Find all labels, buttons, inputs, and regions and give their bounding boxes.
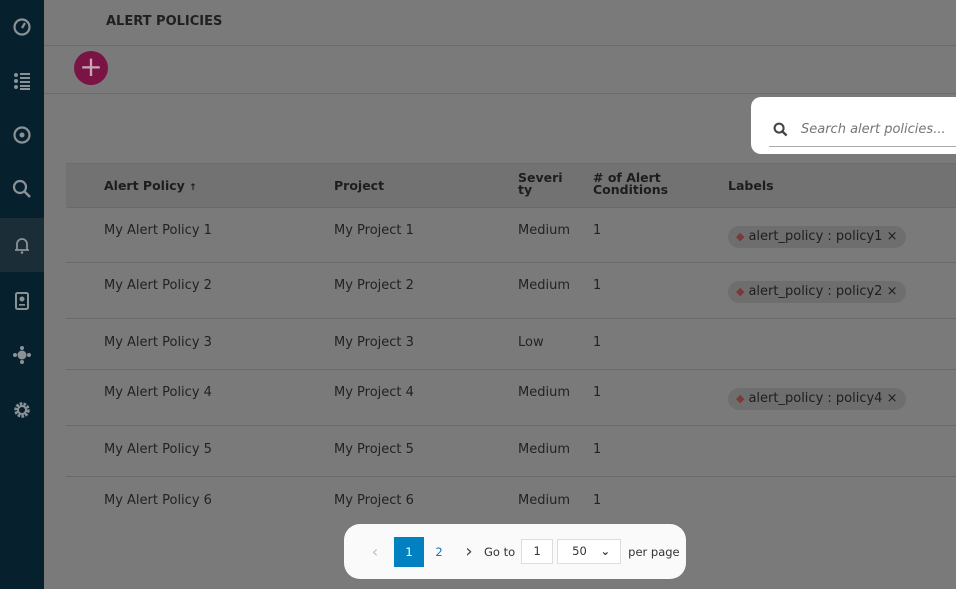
policy-name[interactable]: My Alert Policy 6 (104, 493, 212, 508)
severity: Medium (518, 385, 570, 400)
table-row[interactable]: My Alert Policy 2 My Project 2 Medium 1 ◆… (66, 262, 956, 318)
policy-name[interactable]: My Alert Policy 4 (104, 385, 212, 400)
bell-icon (15, 238, 29, 254)
label-chip: ◆ alert_policy : policy2 × (728, 281, 906, 303)
column-header-project[interactable]: Project (334, 178, 384, 193)
project-name: My Project 2 (334, 278, 414, 293)
per-page-select[interactable]: 50 ⌄ (557, 539, 622, 564)
divider (44, 93, 956, 94)
severity: Low (518, 335, 544, 350)
sidebar-item-analytics[interactable] (0, 162, 44, 216)
remove-label-icon[interactable]: × (887, 229, 898, 244)
policy-name[interactable]: My Alert Policy 2 (104, 278, 212, 293)
tag-icon: ◆ (736, 392, 745, 405)
condition-count: 1 (593, 442, 602, 457)
next-page-icon[interactable]: › (454, 537, 484, 567)
add-alert-policy-button[interactable]: + (74, 51, 108, 85)
page-1-button[interactable]: 1 (394, 536, 424, 567)
table-header: Alert Policy ↑ Project Severity # of Ale… (66, 163, 956, 207)
search-input[interactable] (769, 113, 956, 147)
project-name: My Project 5 (334, 442, 414, 457)
table-row[interactable]: My Alert Policy 3 My Project 3 Low 1 (66, 318, 956, 369)
condition-count: 1 (593, 493, 602, 508)
column-header-severity[interactable]: Severity (518, 171, 564, 196)
tag-icon: ◆ (736, 285, 745, 298)
condition-count: 1 (593, 223, 602, 238)
sidebar-item-settings[interactable] (0, 383, 44, 437)
sidebar-item-integrations[interactable] (0, 328, 44, 382)
label-text: alert_policy : policy4 (748, 391, 883, 406)
sidebar-item-reports[interactable] (0, 274, 44, 328)
analytics-search-icon (12, 179, 31, 198)
label-text: alert_policy : policy1 (748, 229, 883, 244)
sidebar-item-dashboard[interactable] (0, 0, 44, 54)
severity: Medium (518, 278, 570, 293)
list-icon (14, 73, 30, 90)
remove-label-icon[interactable]: × (887, 391, 898, 406)
page-title: ALERT POLICIES (106, 14, 223, 29)
per-page-value: 50 (572, 544, 587, 558)
tag-icon: ◆ (736, 230, 745, 243)
integration-icon (13, 346, 31, 364)
table-row[interactable]: My Alert Policy 4 My Project 4 Medium 1 ◆… (66, 369, 956, 425)
severity: Medium (518, 493, 570, 508)
project-name: My Project 6 (334, 493, 414, 508)
condition-count: 1 (593, 335, 602, 350)
table-row[interactable]: My Alert Policy 5 My Project 5 Medium 1 (66, 425, 956, 476)
alert-policies-table: Alert Policy ↑ Project Severity # of Ale… (66, 163, 956, 519)
table-row[interactable]: My Alert Policy 6 My Project 6 Medium 1 (66, 476, 956, 519)
column-header-conditions[interactable]: # of Alert Conditions (593, 171, 683, 196)
goto-page-input[interactable]: 1 (521, 539, 554, 564)
policy-name[interactable]: My Alert Policy 5 (104, 442, 212, 457)
per-page-label: per page (628, 544, 680, 559)
label-chip: ◆ alert_policy : policy1 × (728, 226, 906, 248)
report-icon (15, 292, 29, 310)
search-box (751, 97, 956, 154)
project-name: My Project 3 (334, 335, 414, 350)
column-header-alert-policy[interactable]: Alert Policy ↑ (104, 178, 197, 193)
divider (44, 45, 956, 46)
sort-ascending-icon: ↑ (189, 183, 197, 193)
severity: Medium (518, 223, 570, 238)
condition-count: 1 (593, 385, 602, 400)
sidebar-item-list[interactable] (0, 54, 44, 108)
column-header-labels: Labels (728, 178, 774, 193)
speedometer-icon (13, 18, 31, 36)
project-name: My Project 4 (334, 385, 414, 400)
target-icon (13, 126, 31, 144)
pagination: ‹ 1 2 › Go to 1 50 ⌄ per page (344, 524, 686, 579)
table-row[interactable]: My Alert Policy 1 My Project 1 Medium 1 ◆… (66, 207, 956, 262)
label-text: alert_policy : policy2 (748, 284, 883, 299)
sidebar (0, 0, 44, 589)
policy-name[interactable]: My Alert Policy 3 (104, 335, 212, 350)
severity: Medium (518, 442, 570, 457)
label-chip: ◆ alert_policy : policy4 × (728, 388, 906, 410)
search-icon (773, 122, 788, 137)
chevron-down-icon: ⌄ (600, 544, 611, 558)
sidebar-item-alerts[interactable] (0, 218, 44, 272)
sidebar-item-targets[interactable] (0, 108, 44, 162)
prev-page-icon[interactable]: ‹ (360, 537, 390, 567)
page-2-button[interactable]: 2 (424, 537, 454, 567)
policy-name[interactable]: My Alert Policy 1 (104, 223, 212, 238)
goto-label: Go to (484, 544, 516, 559)
condition-count: 1 (593, 278, 602, 293)
remove-label-icon[interactable]: × (887, 284, 898, 299)
project-name: My Project 1 (334, 223, 414, 238)
gear-icon (14, 402, 30, 418)
